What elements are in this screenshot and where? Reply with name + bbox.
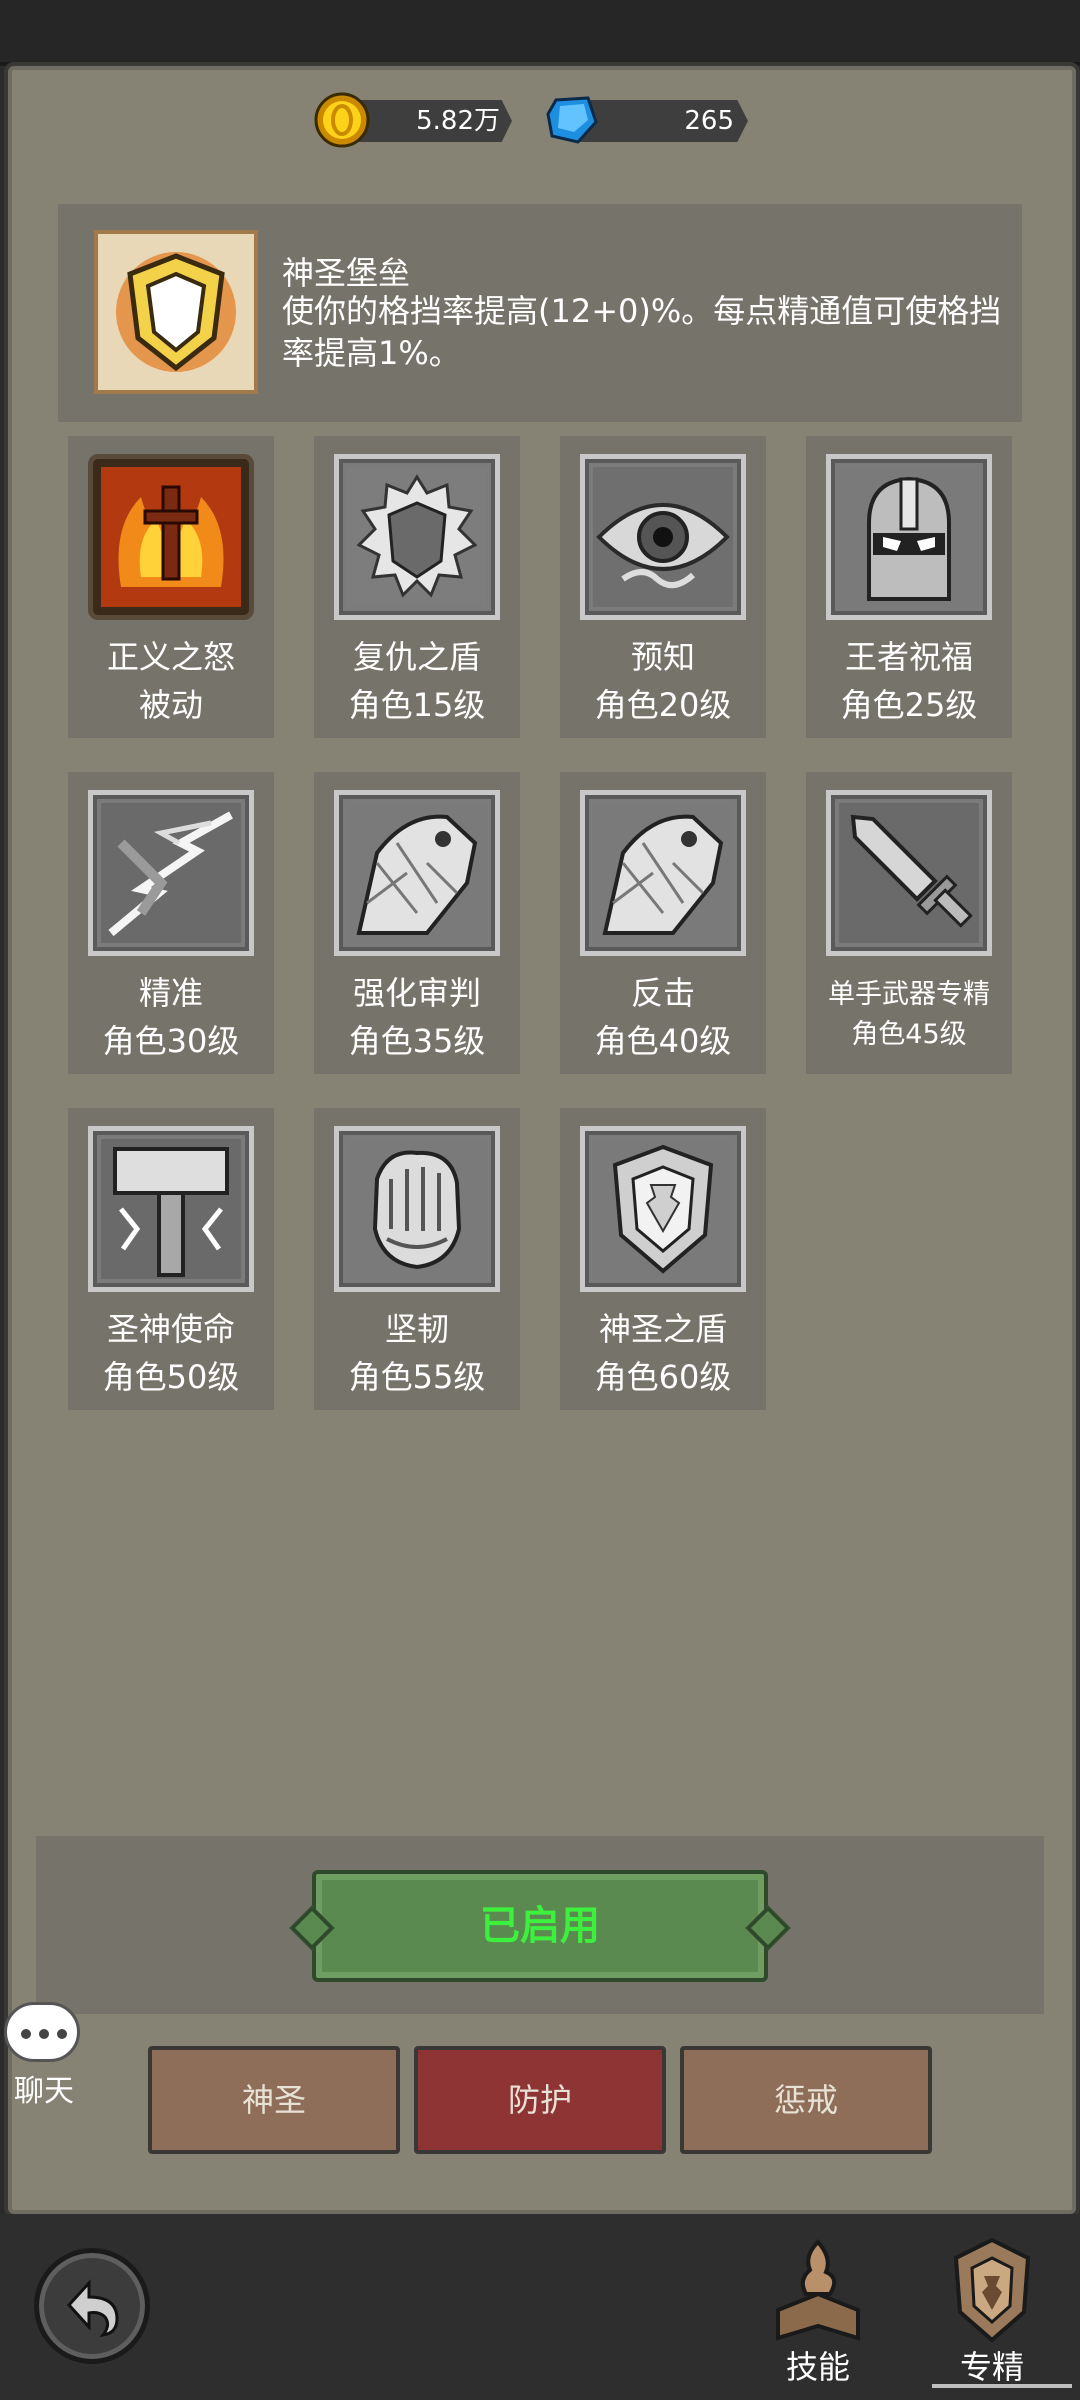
- skill-description: 使你的格挡率提高(12+0)%。每点精通值可使格挡率提高1%。: [282, 292, 1002, 372]
- sword-icon: [826, 790, 992, 956]
- skill-tile[interactable]: 神圣之盾 角色60级: [560, 1108, 766, 1410]
- skill-tile[interactable]: 精准 角色30级: [68, 772, 274, 1074]
- shattered-hand-icon: [334, 790, 500, 956]
- nav-skills[interactable]: 技能: [748, 2230, 888, 2390]
- skill-name: 强化审判: [352, 974, 481, 1012]
- skill-requirement: 角色45级: [851, 1019, 967, 1050]
- skill-name: 单手武器专精: [828, 979, 990, 1010]
- skill-requirement: 角色20级: [594, 686, 732, 724]
- skill-tile[interactable]: 复仇之盾 角色15级: [314, 436, 520, 738]
- skill-book-icon: [776, 2239, 860, 2341]
- tab-label: 防护: [507, 2081, 572, 2119]
- skill-requirement: 角色25级: [840, 686, 978, 724]
- skill-name: 正义之怒: [106, 638, 235, 676]
- gem-amount: 265: [684, 106, 734, 136]
- skill-tile[interactable]: 坚韧 角色55级: [314, 1108, 520, 1410]
- chat-label: 聊天: [14, 2074, 74, 2109]
- tab-holy[interactable]: 神圣: [148, 2046, 400, 2154]
- skill-requirement: 角色60级: [594, 1358, 732, 1396]
- bottom-navigation: [0, 2214, 1080, 2400]
- skill-tile[interactable]: 圣神使命 角色50级: [68, 1108, 274, 1410]
- blue-gem-icon: [546, 96, 598, 144]
- hammer-icon: [88, 1126, 254, 1292]
- nav-label: 专精: [959, 2348, 1024, 2386]
- tab-label: 神圣: [241, 2081, 306, 2119]
- gem-currency: 265: [544, 92, 750, 148]
- chat-button[interactable]: 聊天: [4, 2002, 84, 2110]
- knight-helmet-icon: [826, 454, 992, 620]
- skill-requirement: 角色50级: [102, 1358, 240, 1396]
- tab-retribution[interactable]: 惩戒: [680, 2046, 932, 2154]
- enabled-button[interactable]: 已启用: [312, 1870, 768, 1982]
- skill-tile[interactable]: 强化审判 角色35级: [314, 772, 520, 1074]
- chat-bubble-icon: [4, 2002, 80, 2062]
- skill-title: 神圣堡垒: [282, 254, 411, 292]
- enabled-button-label: 已启用: [480, 1903, 600, 1949]
- nav-label: 技能: [785, 2348, 850, 2386]
- top-bar: [0, 0, 1080, 66]
- gauntlet-icon: [334, 1126, 500, 1292]
- skill-tile[interactable]: 王者祝福 角色25级: [806, 436, 1012, 738]
- skill-requirement: 被动: [138, 686, 203, 724]
- skill-name: 坚韧: [384, 1310, 449, 1348]
- skill-tile[interactable]: 单手武器专精 角色45级: [806, 772, 1012, 1074]
- flaming-sword-icon: [88, 454, 254, 620]
- holy-bulwark-shield-icon: [94, 230, 258, 394]
- skill-requirement: 角色55级: [348, 1358, 486, 1396]
- shattered-hand-icon: [580, 790, 746, 956]
- skill-name: 神圣之盾: [598, 1310, 727, 1348]
- gold-currency: 5.82万: [314, 92, 514, 148]
- skill-name: 反击: [630, 974, 695, 1012]
- skill-name: 复仇之盾: [352, 638, 481, 676]
- skill-name: 王者祝福: [844, 638, 973, 676]
- skill-requirement: 角色30级: [102, 1022, 240, 1060]
- specialization-crest-icon: [953, 2237, 1031, 2343]
- skill-tile[interactable]: 正义之怒 被动: [68, 436, 274, 738]
- gold-amount: 5.82万: [416, 106, 500, 136]
- skill-tile[interactable]: 预知 角色20级: [560, 436, 766, 738]
- tab-protection[interactable]: 防护: [414, 2046, 666, 2154]
- skill-name: 预知: [630, 638, 695, 676]
- tab-label: 惩戒: [773, 2081, 838, 2119]
- spiked-shield-icon: [334, 454, 500, 620]
- skill-requirement: 角色35级: [348, 1022, 486, 1060]
- skill-info-panel: 神圣堡垒 使你的格挡率提高(12+0)%。每点精通值可使格挡率提高1%。: [58, 204, 1022, 422]
- skill-tile[interactable]: 反击 角色40级: [560, 772, 766, 1074]
- back-button[interactable]: [34, 2248, 150, 2364]
- back-arrow-icon: [66, 2279, 119, 2338]
- eye-icon: [580, 454, 746, 620]
- lightning-strike-icon: [88, 790, 254, 956]
- skill-name: 圣神使命: [106, 1310, 235, 1348]
- nav-specialization[interactable]: 专精: [922, 2230, 1072, 2390]
- shield-icon: [580, 1126, 746, 1292]
- skill-requirement: 角色15级: [348, 686, 486, 724]
- skill-requirement: 角色40级: [594, 1022, 732, 1060]
- skill-name: 精准: [138, 974, 203, 1012]
- gold-coin-icon: [314, 92, 370, 148]
